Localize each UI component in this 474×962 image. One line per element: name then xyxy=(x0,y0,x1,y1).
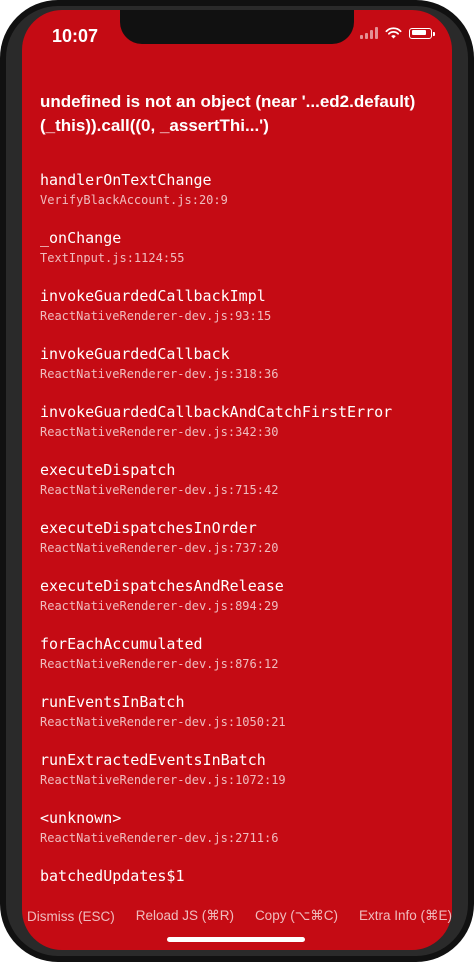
stack-frame[interactable]: _onChange TextInput.js:1124:55 xyxy=(40,228,440,286)
stack-frame[interactable]: invokeGuardedCallbackImpl ReactNativeRend… xyxy=(40,286,440,344)
stack-frame-method: executeDispatch xyxy=(40,461,176,479)
stack-frame-location: ReactNativeRenderer-dev.js:894:29 xyxy=(40,599,279,613)
stack-frame[interactable]: runEventsInBatch ReactNativeRenderer-dev.… xyxy=(40,692,440,750)
dismiss-button[interactable]: Dismiss (ESC) xyxy=(27,909,115,924)
phone-frame: 10:07 undefined is not an object (near '… xyxy=(0,0,474,962)
stack-frame[interactable]: runExtractedEventsInBatch ReactNativeRend… xyxy=(40,750,440,808)
stack-frame-location: ReactNativeRenderer-dev.js:715:42 xyxy=(40,483,279,497)
stack-frame-location: ReactNativeRenderer-dev.js:318:36 xyxy=(40,367,279,381)
stack-frame-location: ReactNativeRenderer-dev.js:2711:6 xyxy=(40,831,279,845)
stack-frame-method: runEventsInBatch xyxy=(40,693,185,711)
stack-frame-method: invokeGuardedCallback xyxy=(40,345,230,363)
stack-frame-method: executeDispatchesInOrder xyxy=(40,519,257,537)
stack-frame-method: forEachAccumulated xyxy=(40,635,203,653)
stack-frame[interactable]: executeDispatchesAndRelease ReactNativeRe… xyxy=(40,576,440,634)
copy-button[interactable]: Copy (⌥⌘C) xyxy=(255,908,338,924)
wifi-icon xyxy=(385,27,402,39)
reload-js-button[interactable]: Reload JS (⌘R) xyxy=(136,908,234,924)
stack-frame-location: ReactNativeRenderer-dev.js:737:20 xyxy=(40,541,279,555)
stack-frame-location: VerifyBlackAccount.js:20:9 xyxy=(40,193,228,207)
extra-info-button[interactable]: Extra Info (⌘E) xyxy=(359,908,452,924)
stack-frame-location: ReactNativeRenderer-dev.js:1050:21 xyxy=(40,715,286,729)
error-message: undefined is not an object (near '...ed2… xyxy=(40,92,416,135)
home-indicator[interactable] xyxy=(167,937,305,942)
redbox-error-screen: 10:07 undefined is not an object (near '… xyxy=(22,10,452,950)
stack-frame-method: batchedUpdates$1 xyxy=(40,867,185,885)
redbox-footer: Dismiss (ESC) Reload JS (⌘R) Copy (⌥⌘C) … xyxy=(22,903,452,929)
status-icons xyxy=(360,27,435,39)
stack-frame-location: ReactNativeRenderer-dev.js:342:30 xyxy=(40,425,279,439)
stack-frame-method: handlerOnTextChange xyxy=(40,171,212,189)
battery-icon xyxy=(409,27,435,39)
cellular-signal-icon xyxy=(360,27,378,39)
stack-frame[interactable]: handlerOnTextChange VerifyBlackAccount.js… xyxy=(40,170,440,228)
stack-frame-method: invokeGuardedCallbackImpl xyxy=(40,287,266,305)
stack-frame-method: <unknown> xyxy=(40,809,122,827)
stack-frame-location: ReactNativeRenderer-dev.js:93:15 xyxy=(40,309,272,323)
stack-frame-method: executeDispatchesAndRelease xyxy=(40,577,284,595)
stack-frame[interactable]: <unknown> ReactNativeRenderer-dev.js:2711… xyxy=(40,808,440,866)
status-bar: 10:07 xyxy=(22,10,452,60)
stack-frame-method: _onChange xyxy=(40,229,122,247)
stack-frame[interactable]: invokeGuardedCallback ReactNativeRenderer… xyxy=(40,344,440,402)
stack-frame[interactable]: executeDispatchesInOrder ReactNativeRende… xyxy=(40,518,440,576)
stack-frame[interactable]: forEachAccumulated ReactNativeRenderer-de… xyxy=(40,634,440,692)
stack-frame-location: ReactNativeRenderer-dev.js:876:12 xyxy=(40,657,279,671)
stack-frame-method: invokeGuardedCallbackAndCatchFirstError xyxy=(40,403,393,421)
battery-level xyxy=(411,30,426,35)
stack-frame-location: TextInput.js:1124:55 xyxy=(40,251,185,265)
stack-frame[interactable]: invokeGuardedCallbackAndCatchFirstError R… xyxy=(40,402,440,460)
stack-frame-location: ReactNativeRenderer-dev.js:1072:19 xyxy=(40,773,286,787)
stack-frame[interactable]: executeDispatch ReactNativeRenderer-dev.j… xyxy=(40,460,440,518)
stack-trace-list[interactable]: handlerOnTextChange VerifyBlackAccount.js… xyxy=(40,170,440,924)
stack-frame-method: runExtractedEventsInBatch xyxy=(40,751,266,769)
status-time: 10:07 xyxy=(52,26,99,46)
